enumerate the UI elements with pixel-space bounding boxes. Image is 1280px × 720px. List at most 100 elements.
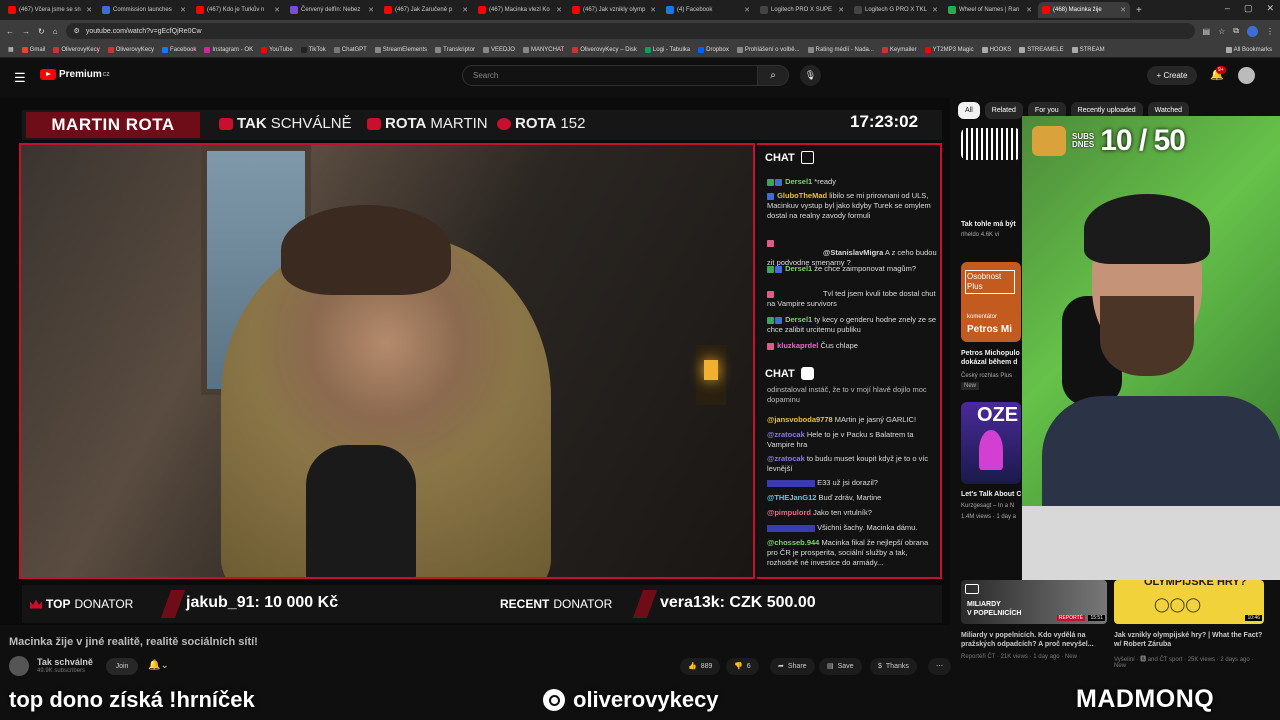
bookmark-item[interactable]: Rating médií - Nada... — [807, 46, 874, 53]
apps-grid-icon[interactable]: ▦ — [8, 46, 14, 53]
close-icon[interactable]: ✕ — [274, 6, 280, 14]
new-tab-icon[interactable]: + — [1136, 5, 1142, 16]
close-icon[interactable]: ✕ — [1026, 6, 1032, 14]
browser-tab[interactable]: Commission launches ✕ — [98, 2, 190, 18]
browser-tab[interactable]: Červený delfín: Nebez ✕ — [286, 2, 378, 18]
share-button[interactable]: ➦ Share — [770, 658, 815, 675]
related-title[interactable]: Jak vznikly olympijské hry? | What the F… — [1114, 631, 1264, 649]
bookmark-item[interactable]: YouTube — [261, 46, 293, 53]
bookmark-item[interactable]: Dropbox — [698, 46, 729, 53]
close-icon[interactable]: ✕ — [1120, 6, 1126, 14]
bookmark-item[interactable]: ChatGPT — [333, 46, 367, 53]
close-icon[interactable]: ✕ — [556, 6, 562, 14]
bookmark-item[interactable]: MANYCHAT — [522, 46, 564, 53]
profile-icon[interactable] — [1247, 25, 1258, 37]
related-thumbnail[interactable]: MILIARDY V POPELNICÍCH REPORTÉ 15:51 — [961, 580, 1107, 624]
back-icon[interactable]: ← — [6, 27, 14, 36]
create-button[interactable]: + Create — [1147, 66, 1197, 85]
bookmark-item[interactable]: Gmail — [21, 46, 45, 53]
close-icon[interactable]: ✕ — [838, 6, 844, 14]
chat-message: odinstaloval instáč, že to v mojí hlavě … — [767, 385, 937, 405]
menu-kebab-icon[interactable]: ⋮ — [1266, 27, 1274, 36]
bookmark-favicon-icon — [522, 46, 529, 53]
bookmark-item[interactable]: VEEDJO — [482, 46, 515, 53]
search-button[interactable]: ⌕ — [757, 65, 789, 86]
channel-name[interactable]: Tak schválně — [37, 657, 93, 667]
related-title[interactable]: Let's Talk About C — [961, 490, 1023, 499]
home-icon[interactable]: ⌂ — [53, 27, 58, 36]
chip-related[interactable]: Related — [984, 102, 1023, 119]
translate-icon[interactable]: ▤ — [1203, 27, 1211, 36]
tab-favicon — [196, 6, 204, 14]
reload-icon[interactable]: ↻ — [38, 27, 45, 36]
url-field[interactable]: ⚙ youtube.com/watch?v=gEcfQjRe0Cw — [65, 23, 1195, 39]
thanks-button[interactable]: $ Thanks — [870, 658, 917, 675]
related-thumbnail[interactable] — [961, 128, 1021, 160]
chip-all[interactable]: All — [958, 102, 980, 119]
subscribe-bell-icon[interactable]: 🔔⌄ — [148, 660, 169, 671]
bookmark-item[interactable]: TikTok — [300, 46, 326, 53]
browser-tab[interactable]: Logitech G PRO X TKL ✕ — [850, 2, 942, 18]
forward-icon[interactable]: → — [22, 27, 30, 36]
bookmark-folder[interactable]: STREAMELE — [1019, 46, 1064, 53]
more-actions-button[interactable]: ⋯ — [928, 658, 951, 675]
close-icon[interactable]: ✕ — [744, 6, 750, 14]
browser-tab[interactable]: Logitech PRO X SUPE ✕ — [756, 2, 848, 18]
browser-tab[interactable]: (467) Jak Zaručeně p ✕ — [380, 2, 472, 18]
close-icon[interactable]: ✕ — [462, 6, 468, 14]
browser-tab[interactable]: (467) Včera jsme se sn ✕ — [4, 2, 96, 18]
close-icon[interactable]: ✕ — [180, 6, 186, 14]
bookmark-item[interactable]: StreamElements — [374, 46, 427, 53]
tab-label: (467) Kdo je Turkův n — [207, 7, 265, 13]
browser-tab[interactable]: Wheel of Names | Ran ✕ — [944, 2, 1036, 18]
close-icon[interactable]: ✕ — [368, 6, 374, 14]
like-button[interactable]: 👍 889 — [680, 658, 721, 675]
extensions-icon[interactable]: ⧉ — [1233, 26, 1239, 36]
tab-label: Červený delfín: Nebez — [301, 7, 361, 13]
bookmark-item[interactable]: Keymailer — [881, 46, 917, 53]
bookmark-item[interactable]: Logi - Tabulka — [644, 46, 690, 53]
related-thumbnail[interactable]: OZE — [961, 402, 1021, 484]
join-button[interactable]: Join — [106, 658, 138, 675]
site-info-icon[interactable]: ⚙ — [74, 27, 80, 35]
browser-tab-active[interactable]: (468) Macinka žije ✕ — [1038, 2, 1130, 18]
minimize-icon[interactable]: – — [1225, 3, 1230, 14]
bookmark-item[interactable]: OliverovyKecy – Disk — [572, 46, 637, 53]
tab-label: (468) Macinka žije — [1053, 7, 1102, 13]
hamburger-menu-icon[interactable]: ☰ — [14, 70, 26, 86]
close-window-icon[interactable]: ✕ — [1266, 3, 1274, 14]
related-thumbnail[interactable]: Osobnost Plus komentátor Petros Mi — [961, 262, 1021, 342]
related-title[interactable]: Miliardy v popelnicích. Kdo vydělá na pr… — [961, 631, 1109, 649]
related-title[interactable]: Tak tohle má být — [961, 220, 1023, 229]
bookmark-star-icon[interactable]: ☆ — [1218, 27, 1225, 36]
close-icon[interactable]: ✕ — [650, 6, 656, 14]
bookmark-folder[interactable]: HOOKS — [981, 46, 1011, 53]
youtube-logo[interactable]: Premium CZ — [40, 69, 109, 80]
close-icon[interactable]: ✕ — [932, 6, 938, 14]
bookmark-item[interactable]: OliverovyKecy — [107, 46, 154, 53]
search-input[interactable]: Search — [462, 65, 758, 86]
bookmark-item[interactable]: Prohlášení o volbě... — [736, 46, 800, 53]
browser-tab[interactable]: (467) Kdo je Turkův n ✕ — [192, 2, 284, 18]
maximize-icon[interactable]: ▢ — [1244, 3, 1253, 14]
all-bookmarks-button[interactable]: All Bookmarks — [1225, 46, 1280, 53]
browser-tab[interactable]: (467) Macinka vlezl Ko ✕ — [474, 2, 566, 18]
channel-avatar[interactable] — [9, 656, 29, 676]
bookmark-folder[interactable]: STREAM — [1071, 46, 1105, 53]
browser-tab[interactable]: (4) Facebook ✕ — [662, 2, 754, 18]
bookmark-item[interactable]: Transkriptor — [435, 46, 475, 53]
related-title[interactable]: Petros Michopulo dokázal během d — [961, 349, 1023, 367]
close-icon[interactable]: ✕ — [86, 6, 92, 14]
bookmark-item[interactable]: Instagram - OK — [204, 46, 253, 53]
dislike-button[interactable]: 👎 6 — [726, 658, 759, 675]
related-thumbnail[interactable]: OLYMPIJSKÉ HRY? ◯◯◯ 10:46 — [1114, 580, 1264, 624]
voice-search-button[interactable]: 🎙 — [800, 65, 821, 86]
tab-label: (467) Jak Zaručeně p — [395, 7, 453, 13]
browser-tab-bar: (467) Včera jsme se sn ✕ Commission launc… — [0, 0, 1280, 20]
browser-tab[interactable]: (467) Jak vznikly olymp ✕ — [568, 2, 660, 18]
save-button[interactable]: ▤ Save — [819, 658, 862, 675]
bookmark-item[interactable]: YT2MP3 Magic — [924, 46, 974, 53]
bookmark-item[interactable]: OliverovyKecy — [53, 46, 100, 53]
account-avatar[interactable] — [1238, 67, 1255, 84]
bookmark-item[interactable]: Facebook — [162, 46, 196, 53]
